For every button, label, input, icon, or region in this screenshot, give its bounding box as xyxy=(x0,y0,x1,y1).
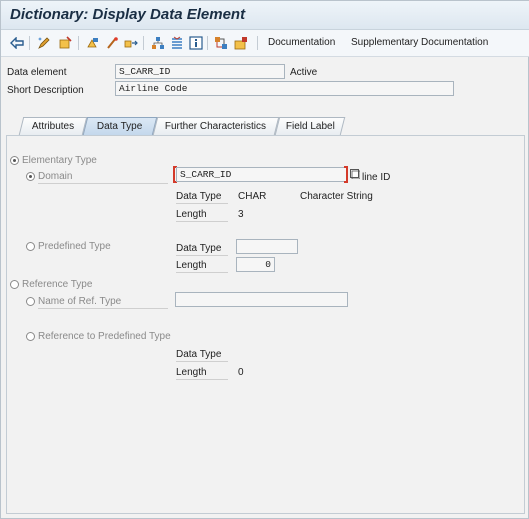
hierarchy-icon[interactable] xyxy=(213,35,229,51)
predefined-type-label: Predefined Type xyxy=(38,241,111,252)
where-used-icon[interactable] xyxy=(123,35,139,51)
supplementary-documentation-button[interactable]: Supplementary Documentation xyxy=(351,37,488,48)
domain-label: Domain xyxy=(38,171,73,182)
tab-field-label[interactable]: Field Label xyxy=(274,117,346,135)
reference-type-label: Reference Type xyxy=(22,279,93,290)
check-icon[interactable] xyxy=(85,35,101,51)
short-description-field[interactable]: Airline Code xyxy=(115,81,454,96)
data-element-field[interactable]: S_CARR_ID xyxy=(115,64,285,79)
reference-type-radio[interactable] xyxy=(10,280,19,289)
name-of-ref-type-label: Name of Ref. Type xyxy=(38,296,122,307)
title-bar: Dictionary: Display Data Element xyxy=(1,1,529,30)
ref-length-label: Length xyxy=(176,367,207,378)
object-list-icon[interactable] xyxy=(150,35,166,51)
ref-predefined-type-label: Reference to Predefined Type xyxy=(38,331,171,342)
documentation-button[interactable]: Documentation xyxy=(268,37,335,48)
name-of-ref-type-radio[interactable] xyxy=(26,297,35,306)
domain-data-type-label: Data Type xyxy=(176,191,222,202)
tab-further-characteristics[interactable]: Further Characteristics xyxy=(152,117,280,135)
domain-data-type-value: CHAR xyxy=(238,191,267,202)
status-text: Active xyxy=(290,67,318,78)
predefined-length-field[interactable]: 0 xyxy=(236,257,275,272)
assign-icon[interactable] xyxy=(233,35,249,51)
application-toolbar: Documentation Supplementary Documentatio… xyxy=(1,30,529,57)
window-title: Dictionary: Display Data Element xyxy=(10,6,246,23)
domain-length-value: 3 xyxy=(238,209,244,220)
elementary-type-radio[interactable] xyxy=(10,156,19,165)
predefined-data-type-label: Data Type xyxy=(176,243,222,254)
domain-suffix-text: line ID xyxy=(362,172,391,183)
checkbox-icon[interactable] xyxy=(349,168,361,180)
domain-length-label: Length xyxy=(176,209,207,220)
back-icon[interactable] xyxy=(9,35,25,51)
required-bracket-right xyxy=(344,166,348,183)
activate-icon[interactable] xyxy=(104,35,120,51)
tab-attributes[interactable]: Attributes xyxy=(18,117,88,135)
tab-data-type[interactable]: Data Type xyxy=(82,117,158,135)
predefined-data-type-field[interactable] xyxy=(236,239,298,254)
display-navigation-icon[interactable] xyxy=(169,35,185,51)
ref-data-type-label: Data Type xyxy=(176,349,222,360)
info-icon[interactable] xyxy=(188,35,204,51)
predefined-type-radio[interactable] xyxy=(26,242,35,251)
other-object-icon[interactable] xyxy=(57,35,73,51)
predefined-length-label: Length xyxy=(176,260,207,271)
name-of-ref-type-field[interactable] xyxy=(175,292,348,307)
ref-predefined-type-radio[interactable] xyxy=(26,332,35,341)
domain-radio[interactable] xyxy=(26,172,35,181)
domain-field[interactable]: S_CARR_ID xyxy=(176,167,347,182)
short-description-label: Short Description xyxy=(7,85,84,96)
data-element-label: Data element xyxy=(7,67,67,78)
ref-length-value: 0 xyxy=(238,367,244,378)
domain-data-type-description: Character String xyxy=(300,191,373,202)
sap-window: Dictionary: Display Data Element Documen… xyxy=(0,0,529,519)
elementary-type-label: Elementary Type xyxy=(22,155,97,166)
display-change-icon[interactable] xyxy=(36,35,52,51)
